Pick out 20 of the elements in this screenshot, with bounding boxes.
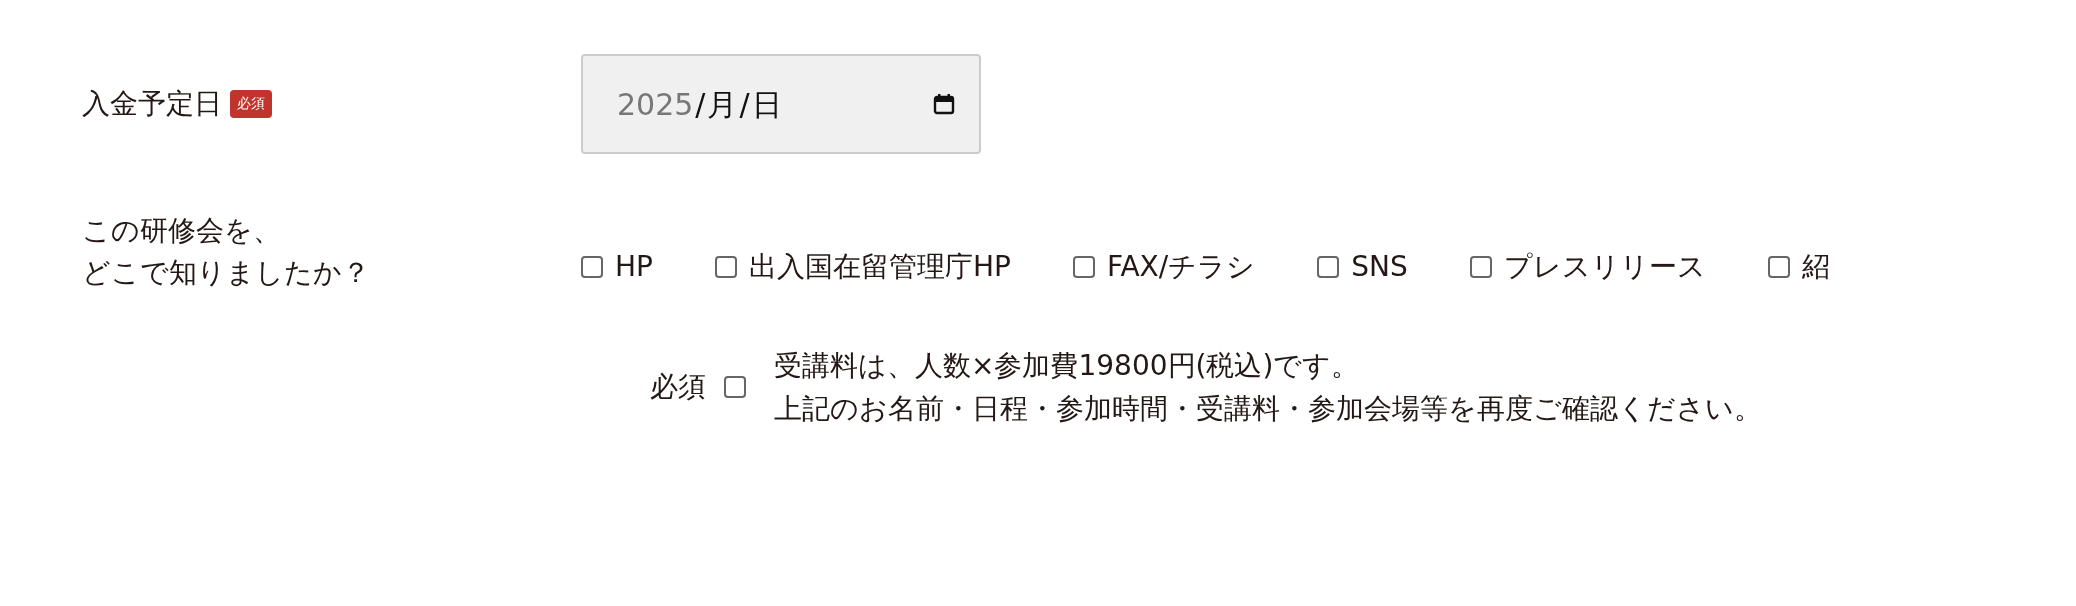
consent-text: 受講料は、人数×参加費19800円(税込)です。 上記のお名前・日程・参加時間・受講料・参加会場等を再度ご確認ください。: [774, 348, 1762, 428]
checkbox[interactable]: [1469, 256, 1492, 278]
checkbox[interactable]: [1767, 256, 1790, 278]
option-label[interactable]: HP: [615, 246, 653, 288]
field-label: 入金予定日: [82, 86, 222, 122]
checkbox[interactable]: [1317, 256, 1340, 278]
required-badge: 必須: [230, 90, 272, 118]
option-label[interactable]: プレスリリース: [1503, 246, 1706, 288]
option-label[interactable]: FAX/チラシ: [1106, 246, 1256, 288]
calendar-icon[interactable]: [933, 93, 955, 115]
option-label[interactable]: 紹: [1801, 246, 1830, 288]
date-field[interactable]: 2025/月/日: [581, 54, 981, 154]
option-label[interactable]: SNS: [1351, 246, 1408, 288]
checkbox[interactable]: [581, 256, 603, 278]
checkbox[interactable]: [724, 376, 746, 399]
checkbox[interactable]: [1072, 256, 1095, 278]
required-label: 必須: [650, 369, 706, 406]
option-label[interactable]: 出入国在留管理庁HP: [748, 246, 1011, 288]
checkbox[interactable]: [714, 256, 737, 278]
question-label: この研修会を、 どこで知りましたか？: [82, 213, 370, 291]
